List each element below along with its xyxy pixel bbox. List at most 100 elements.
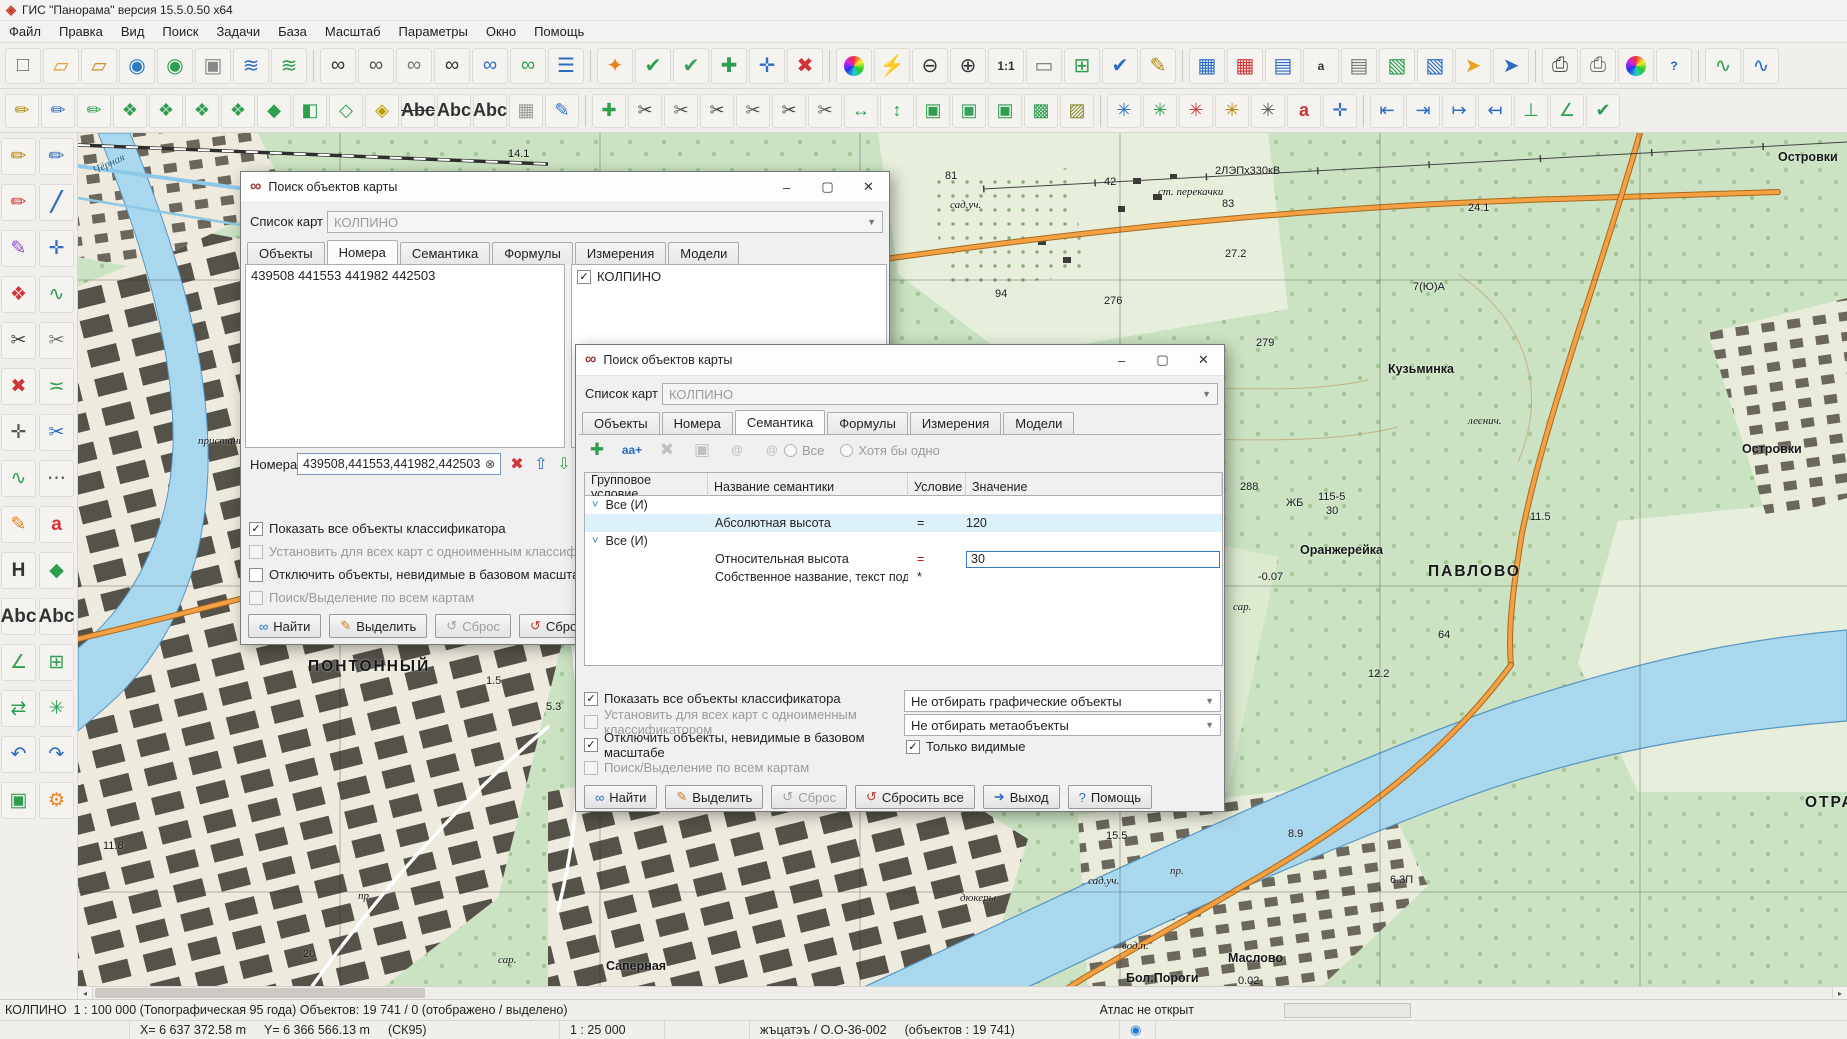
zoom-in-icon[interactable]: ⊕ xyxy=(950,48,986,84)
select-button[interactable]: ✎Выделить xyxy=(329,614,427,638)
metaobjects-filter-combo[interactable]: Не отбирать метаобъекты▼ xyxy=(904,714,1221,736)
topology-square-3-icon[interactable]: ▣ xyxy=(988,94,1022,128)
dialog-titlebar[interactable]: ∞ Поиск объектов карты – ▢ ✕ xyxy=(576,345,1224,376)
numbers-input[interactable]: 439508,441553,441982,442503 ⊗ xyxy=(297,453,501,475)
undo-arrow-icon[interactable]: ↶ xyxy=(1,736,36,773)
find-button[interactable]: ∞Найти xyxy=(248,614,321,638)
tab-4[interactable]: Измерения xyxy=(910,412,1001,434)
delete-node-icon[interactable]: ✳ xyxy=(1179,94,1213,128)
map-overview-2-icon[interactable]: ▧ xyxy=(1417,48,1453,84)
edit-pencil-spline-icon[interactable]: ✏ xyxy=(77,94,111,128)
smooth-line-icon[interactable]: ∿ xyxy=(1705,48,1741,84)
topology-square-2-icon[interactable]: ▣ xyxy=(952,94,986,128)
checkbox-row[interactable]: ✓ Отключить объекты, невидимые в базовом… xyxy=(584,733,900,756)
dialog-titlebar[interactable]: ∞ Поиск объектов карты – ▢ ✕ xyxy=(241,172,889,203)
new-map-icon[interactable]: □ xyxy=(5,48,41,84)
table-relations-icon[interactable]: ▦ xyxy=(1227,48,1263,84)
dots-grid-icon[interactable]: ▩ xyxy=(1024,94,1058,128)
hatch-fill-icon[interactable]: ▨ xyxy=(1060,94,1094,128)
find-semantic-1-icon[interactable]: @ xyxy=(724,437,750,463)
delete-object-icon[interactable]: ✖ xyxy=(787,48,823,84)
edit-pencil-red-tool-icon[interactable]: ✏ xyxy=(1,184,36,221)
print-icon[interactable]: ⎙ xyxy=(1542,48,1578,84)
map-overview-icon[interactable]: ▧ xyxy=(1379,48,1415,84)
tab-1[interactable]: Номера xyxy=(327,240,398,264)
visible-only-checkbox[interactable]: ✓ Только видимые xyxy=(906,735,1025,758)
map-horizontal-scrollbar[interactable]: ◂ ▸ xyxy=(78,986,1847,999)
geo-locate-icon[interactable]: ➤ xyxy=(1455,48,1491,84)
split-object-icon[interactable]: ◧ xyxy=(293,94,327,128)
scissors-tool-icon[interactable]: ✂ xyxy=(1,322,36,359)
add-node-icon[interactable]: ✳ xyxy=(1143,94,1177,128)
edit-objects-icon[interactable]: ✎ xyxy=(1140,48,1176,84)
condition-group-row[interactable]: ˅Все (И) xyxy=(585,532,1222,550)
scroll-left-icon[interactable]: ◂ xyxy=(78,987,93,999)
checkbox-checked-icon[interactable]: ✓ xyxy=(577,270,591,284)
tab-2[interactable]: Семантика xyxy=(735,410,825,434)
value-input[interactable]: 30 xyxy=(966,551,1220,568)
stretch-h-icon[interactable]: ↔ xyxy=(844,94,878,128)
map-layers-icon[interactable]: ≋ xyxy=(233,48,269,84)
cut-vertical-icon[interactable]: ✂ xyxy=(700,94,734,128)
abc-tool-2-icon[interactable]: Abc xyxy=(39,598,74,635)
align-left-edge-icon[interactable]: ⇤ xyxy=(1370,94,1404,128)
copy-map-icon[interactable]: ▣ xyxy=(195,48,231,84)
query-pencil-tool-icon[interactable]: ✎ xyxy=(1,230,36,267)
extend-line-icon[interactable]: ↦ xyxy=(1442,94,1476,128)
color-settings-icon[interactable] xyxy=(1618,48,1654,84)
image-tool-icon[interactable]: ▣ xyxy=(1,782,36,819)
diamond-check-tool-icon[interactable]: ◆ xyxy=(39,552,74,589)
zoom-out-icon[interactable]: ⊖ xyxy=(912,48,948,84)
node-by-line-icon[interactable]: ✳ xyxy=(1251,94,1285,128)
crosshair-tool-icon[interactable]: ✛ xyxy=(1,414,36,451)
table-labels-icon[interactable]: ▤ xyxy=(1341,48,1377,84)
select-by-list-icon[interactable]: ☰ xyxy=(548,48,584,84)
move-map-icon[interactable]: ✛ xyxy=(749,48,785,84)
zoom-frame-icon[interactable]: ▭ xyxy=(1026,48,1062,84)
orange-pencil-tool-icon[interactable]: ✎ xyxy=(1,506,36,543)
select-confirm-icon[interactable]: ✔ xyxy=(635,48,671,84)
minimize-button[interactable]: – xyxy=(1101,345,1142,375)
radio-1[interactable]: Хотя бы одно xyxy=(840,443,939,458)
grid-tool-icon[interactable]: ⊞ xyxy=(39,644,74,681)
find-button[interactable]: ∞Найти xyxy=(584,785,657,809)
copy-conditions-icon[interactable]: ▣ xyxy=(689,437,715,463)
open-map-icon[interactable]: ▱ xyxy=(43,48,79,84)
create-group-1-icon[interactable]: ❖ xyxy=(113,94,147,128)
menu-item-0[interactable]: Файл xyxy=(0,22,50,41)
tab-4[interactable]: Измерения xyxy=(575,242,666,264)
add-name-condition-icon[interactable]: aa+ xyxy=(619,437,645,463)
scroll-right-icon[interactable]: ▸ xyxy=(1832,987,1847,999)
tab-3[interactable]: Формулы xyxy=(492,242,573,264)
find-advanced-icon[interactable]: ∞ xyxy=(434,48,470,84)
text-label-dot-icon[interactable]: Abc xyxy=(473,94,507,128)
map-view[interactable]: Чёрная14.181сад.уч.422ЛЭПх330кВст. перек… xyxy=(78,133,1847,999)
tab-1[interactable]: Номера xyxy=(662,412,733,434)
select-objects-icon[interactable]: ✦ xyxy=(597,48,633,84)
edit-node-icon[interactable]: ✳ xyxy=(1107,94,1141,128)
labels-a-icon[interactable]: a xyxy=(1303,48,1339,84)
open-dbm-icon[interactable]: ◉ xyxy=(119,48,155,84)
find-on-map-icon[interactable]: ∞ xyxy=(510,48,546,84)
smooth-line-2-icon[interactable]: ∿ xyxy=(1743,48,1779,84)
stretch-v-icon[interactable]: ↕ xyxy=(880,94,914,128)
minimize-button[interactable]: – xyxy=(766,172,807,202)
numbers-textarea[interactable]: 439508 441553 441982 442503 xyxy=(245,264,565,448)
scrollbar-thumb[interactable] xyxy=(95,988,425,998)
menu-item-8[interactable]: Окно xyxy=(477,22,525,41)
arrows-tool-icon[interactable]: ⇄ xyxy=(1,690,36,727)
find-object-icon[interactable]: ∞ xyxy=(320,48,356,84)
attributes-table-icon[interactable]: ▤ xyxy=(1265,48,1301,84)
reset-button[interactable]: ↺Сброс xyxy=(771,785,847,809)
find-by-name-icon[interactable]: ∞ xyxy=(358,48,394,84)
print-setup-icon[interactable]: ⎙ xyxy=(1580,48,1616,84)
scrollbar-track[interactable] xyxy=(93,987,1832,999)
redo-arrow-icon[interactable]: ↷ xyxy=(39,736,74,773)
tab-2[interactable]: Семантика xyxy=(400,242,490,264)
delete-tool-icon[interactable]: ✖ xyxy=(1,368,36,405)
create-group-4-icon[interactable]: ❖ xyxy=(221,94,255,128)
globe-icon[interactable]: ◉ xyxy=(1130,1022,1141,1038)
radio-0[interactable]: Все xyxy=(784,443,824,458)
tab-3[interactable]: Формулы xyxy=(827,412,908,434)
node-letter-a-icon[interactable]: a xyxy=(1287,94,1321,128)
